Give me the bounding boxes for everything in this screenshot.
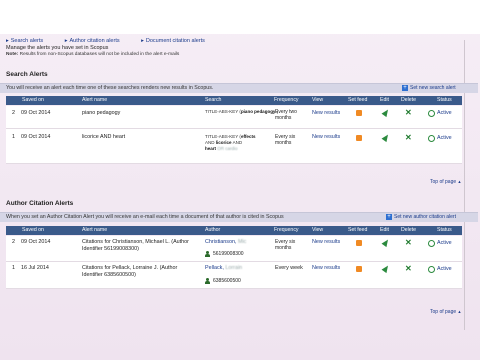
alerts-header: ▸ Search alerts ▸ Author citation alerts ▸… <box>6 38 472 57</box>
search-alerts-info: You will receive an alert each time one … <box>6 85 214 91</box>
note: Note: Results from non-Scopus databases … <box>6 52 180 57</box>
rss-icon[interactable] <box>356 135 362 141</box>
th-delete: Delete <box>401 97 416 103</box>
th-edit: Edit <box>380 97 389 103</box>
saved-on: 09 Oct 2014 <box>21 134 51 140</box>
status-active: Active <box>437 266 452 272</box>
delete-x-icon[interactable]: ✕ <box>405 265 412 273</box>
frequency: Every two months <box>275 109 297 121</box>
th-saved-on[interactable]: Saved on <box>22 97 44 103</box>
search-alerts-title: Search Alerts <box>6 71 48 78</box>
delete-x-icon[interactable]: ✕ <box>405 109 412 117</box>
view-new-results-link[interactable]: New results <box>312 110 340 116</box>
table-row: 1 16 Jul 2014 Citations for Pellack, Lor… <box>6 262 462 289</box>
power-icon[interactable] <box>428 135 435 142</box>
alert-name: Citations for Pellack, Lorraine J. (Auth… <box>82 265 178 278</box>
th-set-feed: Set feed <box>348 97 368 103</box>
alert-name: piano pedagogy <box>82 110 121 116</box>
nav-document-citation-alerts[interactable]: ▸ Document citation alerts <box>141 38 215 44</box>
author-alerts-info-band: When you set an Author Citation Alert yo… <box>0 212 478 222</box>
author-alerts-table-header: Saved on Alert name Author Frequency Vie… <box>6 226 462 235</box>
alerts-nav: ▸ Search alerts ▸ Author citation alerts ▸… <box>6 38 472 44</box>
saved-on: 16 Jul 2014 <box>21 265 49 271</box>
frequency: Every six months <box>275 134 296 146</box>
table-row: 2 09 Oct 2014 Citations for Christianson… <box>6 236 462 262</box>
th-alert-name[interactable]: Alert name <box>82 97 107 103</box>
nav-search-alerts[interactable]: ▸ Search alerts <box>6 38 53 44</box>
person-icon <box>205 251 210 257</box>
th-status: Status <box>437 97 452 103</box>
author-identifier: 56199008300 <box>213 251 244 257</box>
row-number: 1 <box>12 134 15 140</box>
delete-x-icon[interactable]: ✕ <box>405 239 412 247</box>
saved-on: 09 Oct 2014 <box>21 239 51 245</box>
author-link[interactable]: Pellack, Lorrain <box>205 265 242 271</box>
th-author: Author <box>205 227 221 233</box>
view-new-results-link[interactable]: New results <box>312 239 340 245</box>
th-edit: Edit <box>380 227 389 233</box>
delete-x-icon[interactable]: ✕ <box>405 134 412 142</box>
plus-icon: + <box>386 214 392 220</box>
author-alerts-title: Author Citation Alerts <box>6 200 74 207</box>
search-alerts-table-header: Saved on Alert name Search Frequency Vie… <box>6 96 462 105</box>
alert-name: licorice AND heart <box>82 134 126 140</box>
th-saved-on[interactable]: Saved on <box>22 227 44 233</box>
th-search: Search <box>205 97 222 103</box>
saved-on: 09 Oct 2014 <box>21 110 51 116</box>
search-query: TITLE-ABS-KEY (effects AND licorice AND … <box>205 134 256 151</box>
page: ▸ Search alerts ▸ Author citation alerts ▸… <box>0 0 480 360</box>
status-active: Active <box>437 240 452 246</box>
status-active: Active <box>437 110 452 116</box>
author-identifier: 6385600500 <box>213 278 241 284</box>
power-icon[interactable] <box>428 240 435 247</box>
th-view: View <box>312 97 324 103</box>
rss-icon[interactable] <box>356 110 362 116</box>
edit-pencil-icon[interactable] <box>381 263 391 274</box>
row-number: 1 <box>12 265 15 271</box>
top-of-page-link[interactable]: Top of page ▲ <box>430 179 462 185</box>
view-new-results-link[interactable]: New results <box>312 134 340 140</box>
row-number: 2 <box>12 110 15 116</box>
author-link[interactable]: Christianson, Mic <box>205 239 246 245</box>
manage-text: Manage the alerts you have set in Scopus <box>6 45 109 51</box>
author-alerts-info: When you set an Author Citation Alert yo… <box>6 214 284 220</box>
nav-author-citation-alerts[interactable]: ▸ Author citation alerts <box>65 38 130 44</box>
status-active: Active <box>437 135 452 141</box>
plus-icon: + <box>402 85 408 91</box>
rss-icon[interactable] <box>356 240 362 246</box>
th-view: View <box>312 227 324 233</box>
frequency: Every week <box>275 265 303 271</box>
edit-pencil-icon[interactable] <box>381 237 391 248</box>
set-new-search-alert-link[interactable]: + Set new search alert <box>402 85 456 91</box>
th-delete: Delete <box>401 227 416 233</box>
edit-pencil-icon[interactable] <box>381 132 391 143</box>
search-query: TITLE-ABS-KEY (piano pedagogy ) <box>205 109 279 114</box>
th-frequency[interactable]: Frequency <box>274 97 299 103</box>
top-of-page-link[interactable]: Top of page ▲ <box>430 309 462 315</box>
th-set-feed: Set feed <box>348 227 368 233</box>
rss-icon[interactable] <box>356 266 362 272</box>
table-row: 2 09 Oct 2014 piano pedagogy TITLE-ABS-K… <box>6 106 462 129</box>
edit-pencil-icon[interactable] <box>381 107 391 118</box>
row-number: 2 <box>12 239 15 245</box>
th-alert-name[interactable]: Alert name <box>82 227 107 233</box>
alert-name: Citations for Christianson, Michael L. (… <box>82 239 189 252</box>
top-strip <box>0 0 480 34</box>
power-icon[interactable] <box>428 110 435 117</box>
frequency: Every six months <box>275 239 296 251</box>
th-frequency[interactable]: Frequency <box>274 227 299 233</box>
set-new-author-alert-link[interactable]: + Set new author citation alert <box>386 214 456 220</box>
table-row: 1 09 Oct 2014 licorice AND heart TITLE-A… <box>6 129 462 164</box>
search-alerts-info-band: You will receive an alert each time one … <box>0 83 478 93</box>
th-status: Status <box>437 227 452 233</box>
view-new-results-link[interactable]: New results <box>312 265 340 271</box>
person-icon <box>205 278 210 284</box>
power-icon[interactable] <box>428 266 435 273</box>
